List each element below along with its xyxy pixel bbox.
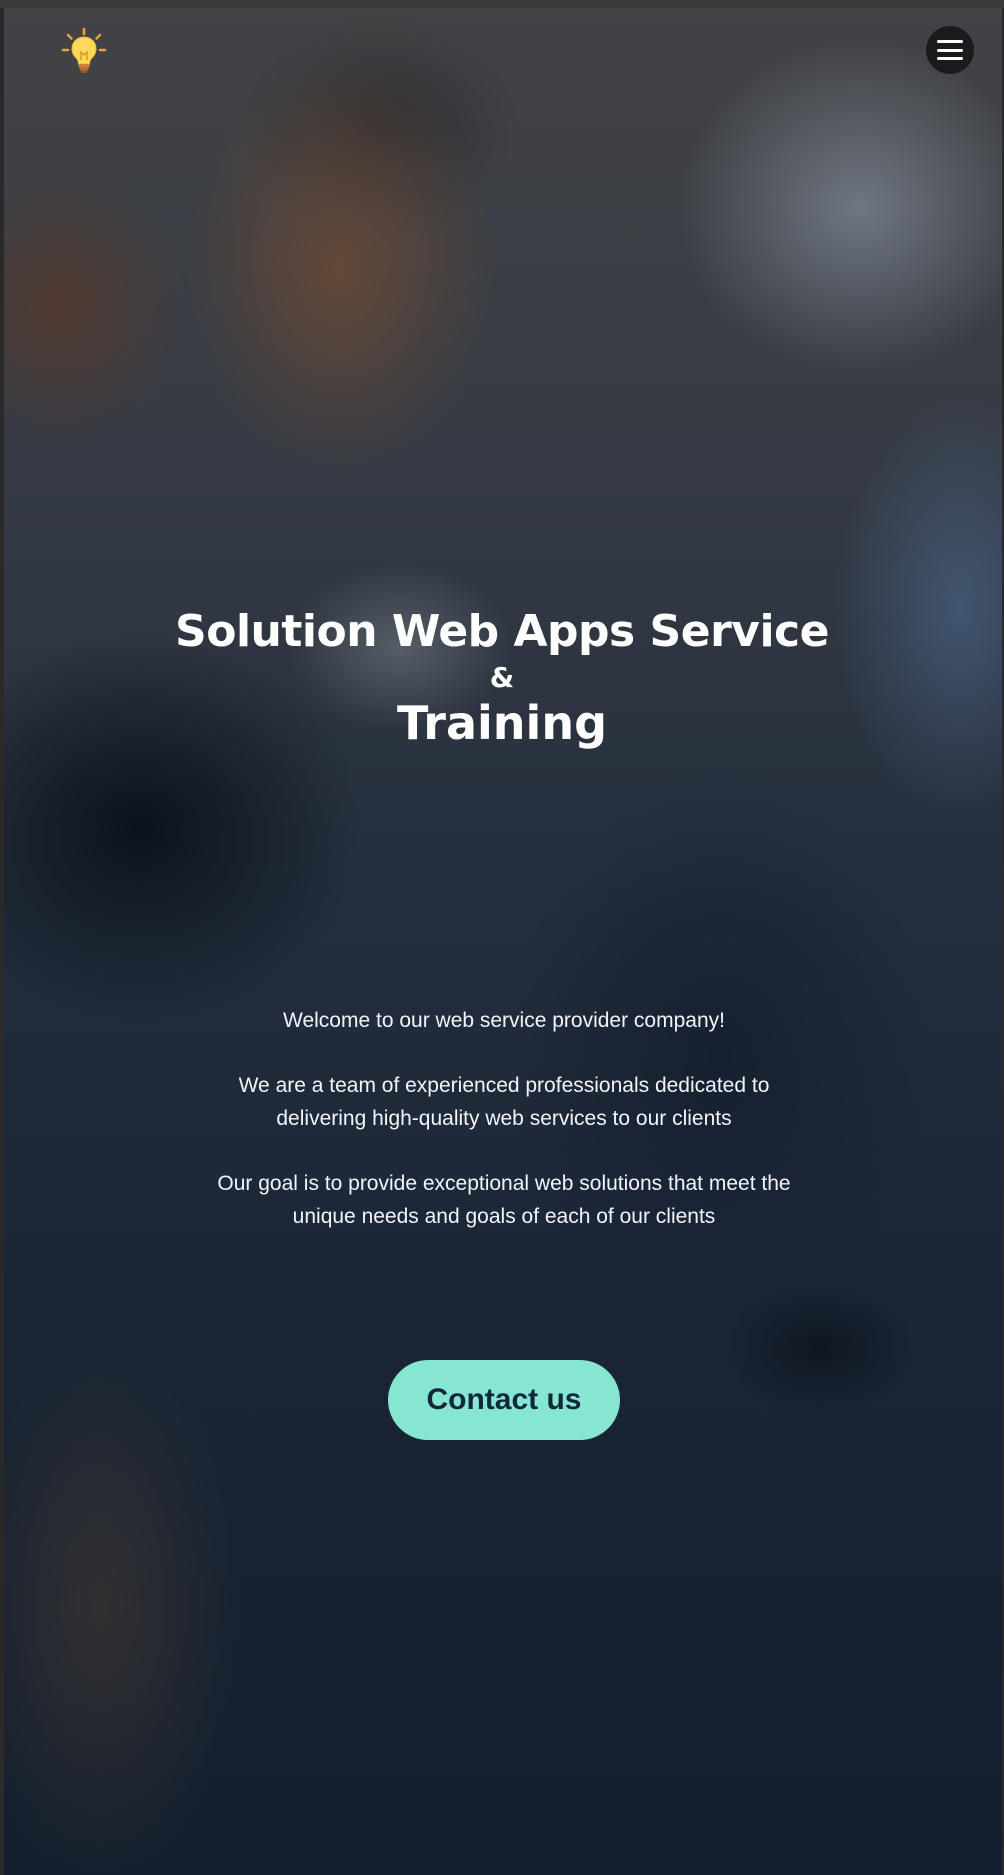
hero-subtitle: Training (396, 696, 607, 751)
hero-title: Solution Web Apps Service (175, 606, 829, 657)
site-logo[interactable] (58, 26, 110, 78)
window-edge-left (0, 8, 4, 1875)
lightbulb-icon (61, 27, 107, 73)
team-paragraph: We are a team of experienced professiona… (238, 1074, 770, 1130)
page-frame: Solution Web Apps Service & Training Wel… (0, 0, 1004, 1875)
intro-text: Welcome to our web service provider comp… (212, 1004, 796, 1265)
background-overlay (0, 8, 1004, 1875)
menu-button[interactable] (926, 26, 974, 74)
goal-paragraph: Our goal is to provide exceptional web s… (217, 1172, 791, 1228)
hero-heading: Solution Web Apps Service & Training (0, 606, 1004, 751)
contact-us-button[interactable]: Contact us (388, 1360, 620, 1440)
hamburger-menu-icon (937, 40, 963, 60)
welcome-paragraph: Welcome to our web service provider comp… (283, 1009, 725, 1032)
hero-ampersand: & (489, 661, 515, 695)
